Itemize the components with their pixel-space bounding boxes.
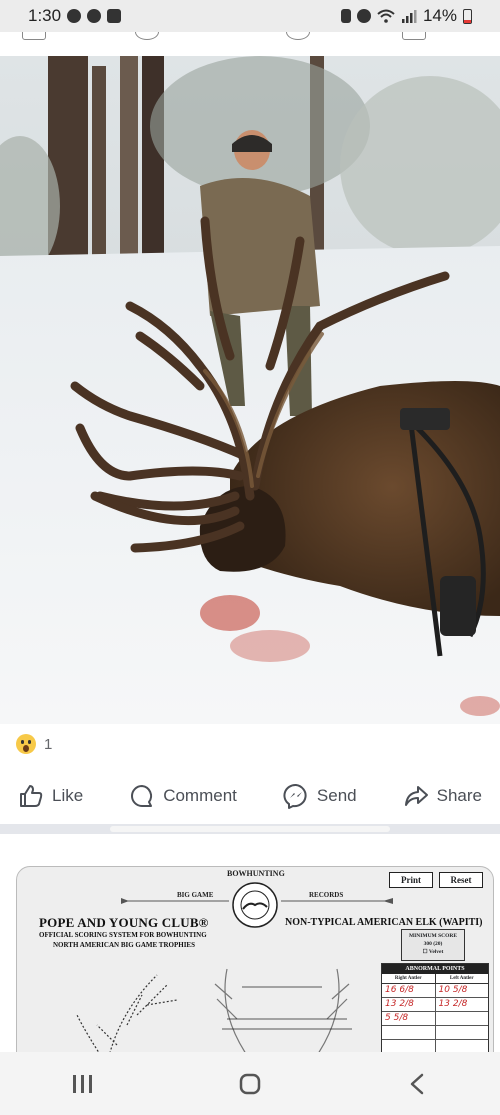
alert-icon	[67, 9, 82, 23]
abnormal-points-title: ABNORMAL POINTS	[382, 964, 488, 974]
abnormal-left-value	[436, 1026, 489, 1039]
gallery-icon	[107, 9, 122, 23]
velvet-label: Velvet	[428, 949, 444, 955]
reaction-count: 1	[44, 735, 53, 753]
abnormal-left-value	[436, 1012, 489, 1025]
comment-label: Comment	[163, 786, 237, 805]
left-antler-header: Left Antler	[449, 976, 474, 981]
sim-icon	[340, 9, 351, 23]
velvet-row: ☐ Velvet	[422, 949, 444, 955]
status-right: 14%	[340, 6, 472, 26]
min-score-value: 300 (20)	[423, 941, 443, 947]
status-bar: 1:30 14%	[0, 0, 500, 32]
abnormal-right-value: 13 2/8	[382, 998, 436, 1011]
abnormal-left-value: 13 2/8	[438, 999, 468, 1009]
messenger-icon	[286, 32, 310, 40]
arrow-right-icon	[281, 898, 393, 904]
battery-percent: 14%	[422, 6, 457, 25]
reaction-summary[interactable]: 1	[16, 734, 52, 754]
next-post-image[interactable]: BOWHUNTING BIG GAME RECORDS Print Reset …	[0, 852, 500, 1052]
scorecard-subtitle-2: NORTH AMERICAN BIG GAME TROPHIES	[53, 941, 195, 949]
alarm-icon	[356, 9, 371, 23]
abnormal-row: 13 2/8 13 2/8	[382, 998, 488, 1012]
club-logo-icon	[232, 882, 278, 928]
thumbs-up-icon	[20, 785, 43, 807]
post-photo-illustration	[0, 56, 500, 724]
abnormal-row: 5 5/8	[382, 1012, 488, 1026]
scorecard-species: NON-TYPICAL AMERICAN ELK (WAPITI)	[285, 917, 483, 928]
share-icon	[402, 32, 426, 40]
min-score-label: MINIMUM SCORE	[408, 933, 458, 939]
status-left: 1:30	[28, 6, 122, 26]
share-label: Share	[436, 786, 482, 805]
send-label: Send	[316, 786, 357, 805]
abnormal-right-value	[382, 1040, 436, 1052]
post-action-bar: Like Comment Send Share	[0, 770, 500, 822]
abnormal-row: 16 6/8 10 5/8	[382, 984, 488, 998]
share-button[interactable]: Share	[403, 783, 482, 809]
divider-highlight	[110, 826, 390, 832]
system-nav-bar	[0, 1052, 500, 1115]
scorecard-subtitle-1: OFFICIAL SCORING SYSTEM FOR BOWHUNTING	[39, 931, 207, 939]
previous-post-actions-cutoff	[0, 32, 500, 56]
abnormal-right-value	[382, 1026, 436, 1039]
recent-apps-button[interactable]	[53, 1064, 113, 1104]
back-button[interactable]	[387, 1064, 447, 1104]
abnormal-points-table: ABNORMAL POINTS Right Antler Left Antler…	[381, 963, 489, 1052]
home-button[interactable]	[220, 1064, 280, 1104]
scorecard-bowhunting: BOWHUNTING	[227, 869, 285, 878]
abnormal-right-value: 16 6/8	[382, 984, 436, 997]
signal-icon	[401, 10, 417, 23]
like-button[interactable]: Like	[18, 783, 83, 809]
status-time: 1:30	[28, 6, 62, 25]
comment-icon	[135, 32, 159, 40]
post-photo[interactable]	[0, 56, 500, 724]
back-icon	[410, 1073, 423, 1094]
abnormal-right-value: 5 5/8	[382, 1012, 436, 1025]
arrow-left-icon	[121, 898, 229, 904]
abnormal-left-value: 10 5/8	[438, 985, 468, 995]
scorecard-club-title: POPE AND YOUNG CLUB®	[39, 915, 209, 930]
right-antler-header: Right Antler	[382, 974, 436, 983]
share-icon	[404, 786, 428, 806]
comment-icon	[131, 785, 153, 807]
minimum-score-box: MINIMUM SCORE 300 (20) ☐ Velvet	[401, 929, 465, 961]
messenger-icon	[87, 9, 102, 23]
abnormal-row	[382, 1026, 488, 1040]
send-button[interactable]: Send	[283, 783, 357, 809]
battery-icon	[463, 8, 472, 24]
abnormal-points-header: Right Antler Left Antler	[382, 974, 488, 984]
scorecard-reset-button: Reset	[439, 872, 483, 888]
thumbs-up-icon	[22, 32, 46, 40]
abnormal-row	[382, 1040, 488, 1052]
scorecard-print-button: Print	[389, 872, 433, 888]
pope-young-scorecard: BOWHUNTING BIG GAME RECORDS Print Reset …	[16, 866, 494, 1052]
home-icon	[239, 1073, 261, 1094]
antler-diagram-right	[214, 968, 352, 1052]
like-label: Like	[52, 786, 84, 805]
comment-button[interactable]: Comment	[129, 783, 237, 809]
antler-diagram-left	[76, 974, 178, 1052]
wow-icon	[16, 734, 36, 754]
messenger-icon	[283, 783, 307, 809]
recent-apps-icon	[73, 1074, 93, 1093]
wifi-icon	[377, 9, 395, 23]
abnormal-left-value	[436, 1040, 489, 1052]
